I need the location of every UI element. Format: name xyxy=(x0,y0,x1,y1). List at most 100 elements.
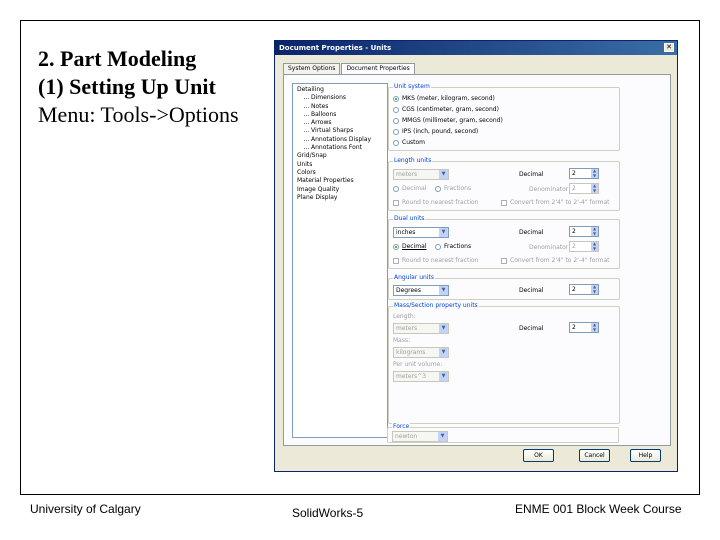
length-decimal-spin[interactable]: 2 ▲ ▼ xyxy=(569,168,599,179)
tree-item-notes[interactable]: Notes xyxy=(295,103,385,111)
dual-convert-checkbox[interactable]: Convert from 2'4" to 2'-4" format xyxy=(501,257,610,264)
tree-item-image-quality[interactable]: Image Quality xyxy=(295,186,385,194)
unit-system-group: Unit system MKS (meter, kilogram, second… xyxy=(388,83,620,151)
document-properties-dialog: Document Properties - Units ✕ System Opt… xyxy=(274,40,678,472)
length-radio-decimal[interactable]: Decimal xyxy=(393,185,426,192)
radio-mks[interactable]: MKS (meter, kilogram, second) xyxy=(393,95,495,102)
tree-item-virtual-sharps[interactable]: Virtual Sharps xyxy=(295,127,385,135)
dual-units-combo[interactable]: inches ▼ xyxy=(393,227,449,238)
dual-radio-fractions-label: Fractions xyxy=(444,243,472,250)
radio-mmgs-indicator xyxy=(393,117,399,124)
dual-round-label: Round to nearest fraction xyxy=(402,257,479,264)
spin-arrows-icon: ▲ ▼ xyxy=(591,226,598,236)
chevron-down-icon: ▼ xyxy=(439,286,448,295)
title-line-2: (1) Setting Up Unit xyxy=(38,74,216,99)
mass-mass-combo[interactable]: kilograms ▼ xyxy=(393,347,449,358)
angular-units-value: Degrees xyxy=(396,287,421,294)
length-denominator-spin[interactable]: 2 ▲ ▼ xyxy=(569,183,599,194)
dual-decimal-label: Decimal xyxy=(519,229,544,236)
mass-length-label: Length: xyxy=(393,313,416,320)
length-units-combo[interactable]: meters ▼ xyxy=(393,169,449,180)
tree-item-dimensions[interactable]: Dimensions xyxy=(295,94,385,102)
tree-item-annotations-display[interactable]: Annotations Display xyxy=(295,136,385,144)
dual-units-value: inches xyxy=(396,229,416,236)
help-button[interactable]: Help xyxy=(630,449,661,462)
force-box: Force newton ▼ xyxy=(387,423,619,443)
footer-left: University of Calgary xyxy=(30,502,141,516)
radio-cgs-label: CGS (centimeter, gram, second) xyxy=(402,106,499,113)
mass-volume-value: meters^3 xyxy=(396,373,427,380)
spin-down-icon: ▼ xyxy=(592,187,597,193)
dual-radio-decimal[interactable]: Decimal xyxy=(393,243,426,250)
dual-units-label: Dual units xyxy=(393,215,426,222)
chevron-down-icon: ▼ xyxy=(439,228,448,237)
length-units-value: meters xyxy=(396,171,418,178)
length-decimal-label: Decimal xyxy=(519,171,544,178)
spin-down-icon: ▼ xyxy=(592,172,597,178)
radio-mmgs[interactable]: MMGS (millimeter, gram, second) xyxy=(393,117,503,124)
dual-units-group: Dual units inches ▼ Decimal 2 ▲ ▼ Decimal F… xyxy=(388,215,620,269)
tree-item-arrows[interactable]: Arrows xyxy=(295,119,385,127)
radio-ips-label: IPS (inch, pound, second) xyxy=(402,128,479,135)
length-convert-label: Convert from 2'4" to 2'-4" format xyxy=(510,199,610,206)
length-decimal-value: 2 xyxy=(572,170,576,177)
length-denominator-label: Denominator xyxy=(529,186,569,193)
dual-round-checkbox[interactable]: Round to nearest fraction xyxy=(393,257,478,264)
length-round-label: Round to nearest fraction xyxy=(402,199,479,206)
angular-units-group: Angular units Degrees ▼ Decimal 2 ▲ ▼ xyxy=(388,274,620,300)
radio-custom[interactable]: Custom xyxy=(393,139,425,146)
angular-decimal-spin[interactable]: 2 ▲ ▼ xyxy=(569,284,599,295)
dual-decimal-spin[interactable]: 2 ▲ ▼ xyxy=(569,226,599,237)
mass-decimal-spin[interactable]: 2 ▲ ▼ xyxy=(569,322,599,333)
length-radio-fractions-indicator xyxy=(435,185,441,192)
spin-arrows-icon: ▲ ▼ xyxy=(591,284,598,294)
length-convert-box xyxy=(501,199,507,206)
tree-item-plane-display[interactable]: Plane Display xyxy=(295,194,385,202)
cancel-button[interactable]: Cancel xyxy=(579,449,610,462)
mass-decimal-value: 2 xyxy=(572,324,576,331)
tree-item-material-properties[interactable]: Material Properties xyxy=(295,177,385,185)
length-denominator-value: 2 xyxy=(572,185,576,192)
mass-volume-combo[interactable]: meters^3 ▼ xyxy=(393,371,449,382)
tree-item-detailing[interactable]: Detailing xyxy=(295,86,385,94)
spin-down-icon: ▼ xyxy=(592,288,597,294)
spin-down-icon: ▼ xyxy=(592,230,597,236)
unit-system-label: Unit system xyxy=(393,83,431,90)
length-convert-checkbox[interactable]: Convert from 2'4" to 2'-4" format xyxy=(501,199,610,206)
footer-center: SolidWorks-5 xyxy=(292,506,364,520)
dual-denominator-label: Denominator xyxy=(529,244,569,251)
tree-item-grid-snap[interactable]: Grid/Snap xyxy=(295,152,385,160)
mass-length-combo[interactable]: meters ▼ xyxy=(393,323,449,334)
radio-mks-indicator xyxy=(393,95,399,102)
length-radio-fractions[interactable]: Fractions xyxy=(435,185,471,192)
spin-arrows-icon: ▲ ▼ xyxy=(591,322,598,332)
spin-arrows-icon: ▲ ▼ xyxy=(591,241,598,251)
chevron-down-icon: ▼ xyxy=(439,372,448,381)
radio-ips[interactable]: IPS (inch, pound, second) xyxy=(393,128,478,135)
angular-units-label: Angular units xyxy=(393,274,435,281)
angular-units-combo[interactable]: Degrees ▼ xyxy=(393,285,449,296)
mass-section-group: Mass/Section property units Length: mete… xyxy=(388,302,620,424)
options-tree: Detailing Dimensions Notes Balloons Arro… xyxy=(292,83,388,438)
footer-right: ENME 001 Block Week Course xyxy=(515,502,682,516)
length-round-checkbox[interactable]: Round to nearest fraction xyxy=(393,199,478,206)
length-units-group: Length units meters ▼ Decimal 2 ▲ ▼ Decimal… xyxy=(388,157,620,211)
dual-radio-fractions[interactable]: Fractions xyxy=(435,243,471,250)
mass-section-label: Mass/Section property units xyxy=(393,302,479,309)
length-radio-decimal-indicator xyxy=(393,185,399,192)
dual-convert-label: Convert from 2'4" to 2'-4" format xyxy=(510,257,610,264)
tree-item-units[interactable]: Units xyxy=(295,161,385,169)
force-combo[interactable]: newton ▼ xyxy=(392,431,448,442)
radio-mmgs-label: MMGS (millimeter, gram, second) xyxy=(402,117,503,124)
force-value: newton xyxy=(395,433,418,440)
radio-cgs[interactable]: CGS (centimeter, gram, second) xyxy=(393,106,499,113)
title-line-1: 2. Part Modeling xyxy=(38,46,197,71)
tree-item-colors[interactable]: Colors xyxy=(295,169,385,177)
dual-denominator-value: 2 xyxy=(572,243,576,250)
dual-denominator-spin[interactable]: 2 ▲ ▼ xyxy=(569,241,599,252)
tree-item-annotations-font[interactable]: Annotations Font xyxy=(295,144,385,152)
dual-radio-decimal-indicator xyxy=(393,243,399,250)
tree-item-balloons[interactable]: Balloons xyxy=(295,111,385,119)
close-icon[interactable]: ✕ xyxy=(664,43,674,52)
ok-button[interactable]: OK xyxy=(523,449,554,462)
